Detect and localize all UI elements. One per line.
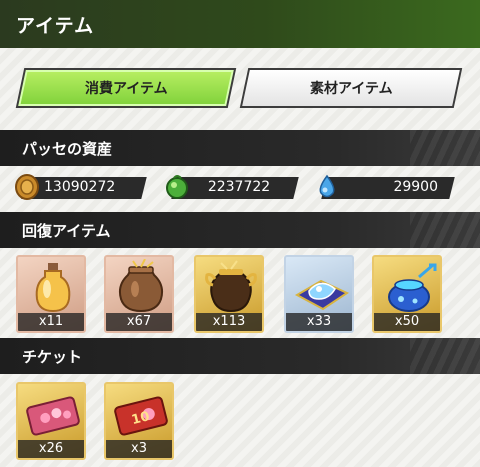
item-tile-golden-urn[interactable]: x113 [194,255,264,333]
item-count: x11 [18,313,84,331]
item-count: x3 [106,440,172,458]
page-title: アイテム [16,15,95,37]
section-recovery-title: 回復アイテム [22,222,111,240]
item-tile-jewel-pot[interactable]: x50 [372,255,442,333]
coin-icon [15,174,39,200]
section-assets-title: パッセの資産 [22,140,113,158]
section-tickets-header: チケット [0,338,480,374]
item-count: x67 [106,313,172,331]
clay-pot-icon [118,259,164,313]
coin-value: 13090272 [44,179,116,195]
item-count: x113 [196,313,262,331]
golden-urn-icon [205,260,257,313]
item-tile-clay-pot[interactable]: x67 [104,255,174,333]
water-drop-icon [319,174,335,198]
pink-ticket-icon [26,396,80,436]
section-assets-header: パッセの資産 [0,130,480,166]
tab-materials-label: 素材アイテム [309,81,393,97]
item-tile-red-ticket[interactable]: 10 x3 [104,382,174,460]
green-orb-icon [166,175,188,199]
item-tile-crystal-cushion[interactable]: x33 [284,255,354,333]
section-recovery-header: 回復アイテム [0,212,480,248]
item-tile-pink-ticket[interactable]: x26 [16,382,86,460]
drop-value: 29900 [393,179,438,195]
item-count: x33 [286,313,352,331]
currency-orb: 2237722 [164,175,299,199]
currency-drop: 29900 [314,174,464,199]
tab-consumables-label: 消費アイテム [84,81,168,97]
currency-coin: 13090272 [14,174,147,200]
section-tickets-title: チケット [22,348,83,366]
blue-crystal-cushion-icon [294,279,350,311]
red-ticket-10-icon: 10 [114,396,168,436]
orb-value: 2237722 [207,179,271,195]
item-count: x50 [374,313,440,331]
tab-consumables[interactable]: 消費アイテム [15,68,237,108]
item-tile-potion[interactable]: x11 [16,255,86,333]
potion-bottle-icon [35,263,71,313]
blue-jewel-pot-icon [388,263,437,312]
tab-materials[interactable]: 素材アイテム [239,68,463,108]
title-bar: アイテム [0,0,480,48]
item-count: x26 [18,440,84,458]
